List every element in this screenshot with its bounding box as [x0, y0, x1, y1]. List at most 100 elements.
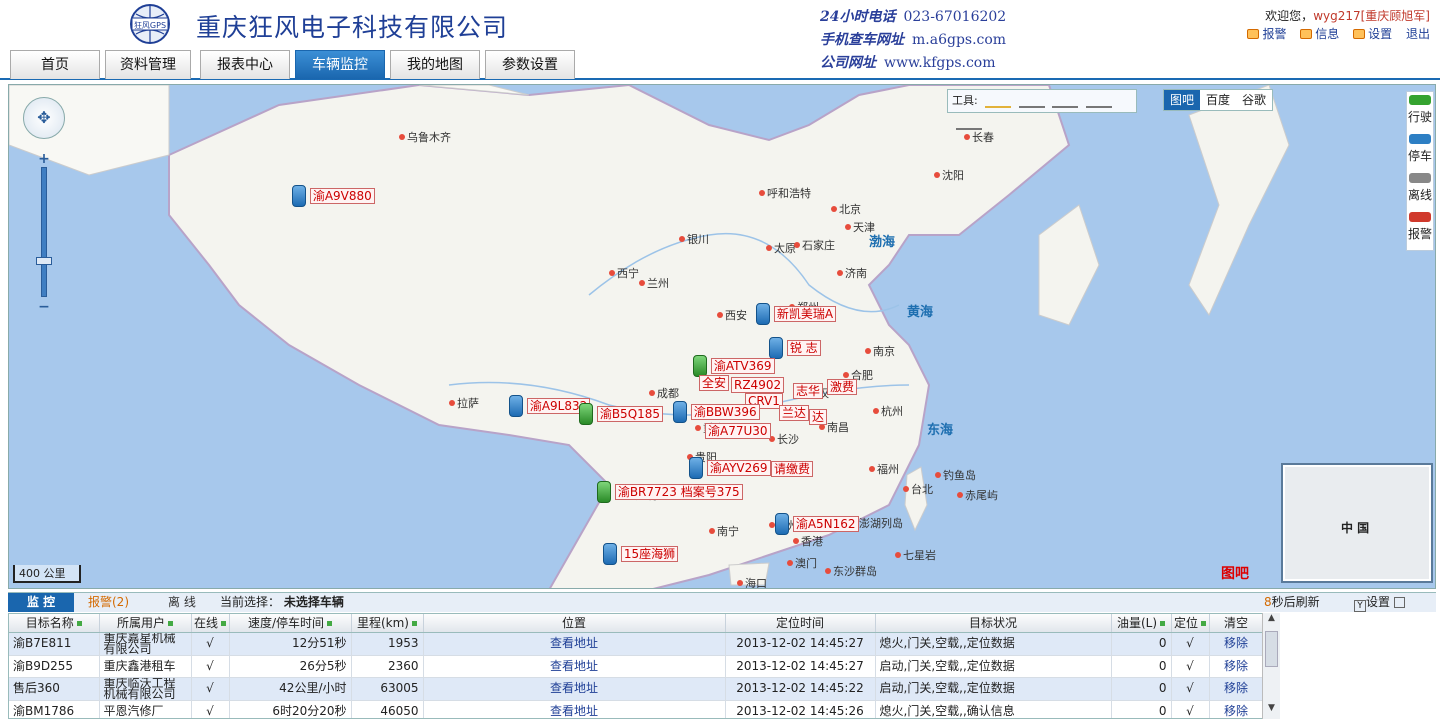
col-time[interactable]: 定位时间 — [725, 614, 876, 633]
zoom-out-button[interactable]: − — [36, 300, 52, 315]
mobile-site-value[interactable]: m.a6gps.com — [912, 32, 1006, 48]
col-fuel[interactable]: 油量(L) — [1111, 614, 1172, 633]
pan-hand-icon[interactable] — [985, 94, 1012, 108]
zoom-slider-handle[interactable] — [36, 257, 52, 265]
car-parked-icon — [1409, 134, 1431, 144]
tab-parameters[interactable]: 参数设置 — [485, 50, 575, 79]
user-name[interactable]: wyg217[重庆顾旭军] — [1313, 9, 1430, 23]
col-name[interactable]: 目标名称 — [9, 614, 100, 633]
vehicle-marker[interactable]: 渝A77U30 — [705, 423, 771, 439]
vehicle-marker[interactable]: 渝B5Q185 — [579, 403, 664, 425]
vehicle-marker[interactable]: 兰达 — [779, 405, 810, 421]
vehicle-marker[interactable]: RZ4902 — [731, 377, 785, 393]
tab-data-management[interactable]: 资料管理 — [105, 50, 191, 79]
tab-monitor[interactable]: 监 控 — [8, 593, 74, 612]
remove-link[interactable]: 移除 — [1209, 655, 1264, 678]
table-row[interactable]: 售后360 重庆临沃工程机械有限公司 √ 42公里/小时 63005 查看地址 2013-1… — [9, 677, 1264, 701]
table-header: 目标名称 所属用户 在线 速度/停车时间 里程(km) 位置 定位时间 目标状况… — [9, 614, 1264, 633]
pan-control[interactable]: ✥ — [23, 97, 65, 139]
logout-link[interactable]: 退出 — [1406, 27, 1430, 41]
vehicle-label: 达 — [809, 409, 828, 425]
legend-alarm[interactable]: 报警 — [1407, 209, 1433, 248]
vehicle-marker[interactable]: 渝BR7723 档案号375 — [597, 481, 743, 503]
company-logo: 狂风GPS — [124, 2, 176, 50]
vehicle-marker[interactable]: 志华 — [793, 383, 824, 399]
tab-reports[interactable]: 报表中心 — [200, 50, 290, 79]
table-scrollbar[interactable]: ▲ ▼ — [1262, 613, 1280, 719]
col-positioned[interactable]: 定位 — [1171, 614, 1210, 633]
vehicle-marker[interactable]: 全安 — [699, 375, 730, 391]
overview-map[interactable]: 中 国 — [1281, 463, 1433, 583]
sort-icon — [168, 621, 173, 627]
alarm-link[interactable]: 报警 — [1247, 27, 1286, 41]
island-chiwei: 赤尾屿 — [957, 487, 998, 503]
table-settings-button[interactable]: Y 设置 — [1354, 593, 1405, 612]
zoom-out-tool-icon[interactable] — [1052, 94, 1079, 108]
city-hongkong: 香港 — [793, 533, 823, 549]
city-shijiazhuang: 石家庄 — [794, 237, 835, 253]
vehicle-marker[interactable]: 15座海狮 — [603, 543, 679, 565]
map-type-switcher: 图吧 百度 谷歌 — [1163, 89, 1274, 111]
view-address-link[interactable]: 查看地址 — [423, 677, 726, 701]
china-landmass — [168, 85, 1071, 588]
city-lhasa: 拉萨 — [449, 395, 479, 411]
zoom-in-button[interactable]: + — [36, 152, 52, 167]
map-area[interactable]: 乌鲁木齐 长春 沈阳 呼和浩特 北京 天津 银川 太原 石家庄 西宁 兰州 济南… — [8, 84, 1436, 589]
vehicle-marker[interactable]: 渝A5N162 — [775, 513, 859, 535]
maptype-google[interactable]: 谷歌 — [1236, 90, 1272, 110]
col-owner[interactable]: 所属用户 — [99, 614, 192, 633]
maximize-icon[interactable] — [1393, 597, 1405, 608]
remove-link[interactable]: 移除 — [1209, 700, 1264, 718]
tab-offline[interactable]: 离 线 — [168, 593, 196, 611]
vehicle-marker[interactable]: 锐 志 — [769, 337, 821, 359]
tab-alarm[interactable]: 报警(2) — [88, 593, 129, 611]
car-driving-icon — [1409, 95, 1431, 105]
remove-link[interactable]: 移除 — [1209, 677, 1264, 701]
tab-vehicle-monitor[interactable]: 车辆监控 — [295, 50, 385, 79]
legend-driving[interactable]: 行驶 — [1407, 92, 1433, 131]
col-online-label: 在线 — [193, 616, 218, 631]
cell-mileage: 2360 — [351, 655, 424, 678]
measure-tool-icon[interactable] — [1085, 94, 1112, 108]
legend-label: 报警 — [1407, 227, 1432, 241]
vehicle-marker[interactable]: 激费 — [827, 379, 858, 395]
col-clear[interactable]: 清空 — [1209, 614, 1264, 633]
col-status[interactable]: 目标状况 — [875, 614, 1112, 633]
table-row[interactable]: 渝BM1786 平恩汽修厂 √ 6时20分20秒 46050 查看地址 2013-12-02… — [9, 700, 1264, 718]
table-row[interactable]: 渝B9D255 重庆鑫港租车 √ 26分5秒 2360 查看地址 2013-12-02 14… — [9, 655, 1264, 678]
tab-home[interactable]: 首页 — [10, 50, 100, 79]
cell-fuel: 0 — [1111, 632, 1172, 656]
view-address-link[interactable]: 查看地址 — [423, 632, 726, 656]
vehicle-marker[interactable]: 达 — [809, 409, 828, 425]
view-address-link[interactable]: 查看地址 — [423, 700, 726, 718]
maptype-baidu[interactable]: 百度 — [1200, 90, 1236, 110]
col-mileage[interactable]: 里程(km) — [351, 614, 424, 633]
tab-my-map[interactable]: 我的地图 — [390, 50, 480, 79]
vehicle-marker[interactable]: 渝BBW396 — [673, 401, 760, 423]
zoom-slider-track[interactable] — [41, 167, 47, 297]
settings-link[interactable]: 设置 — [1353, 27, 1392, 41]
legend-offline[interactable]: 离线 — [1407, 170, 1433, 209]
legend-parked[interactable]: 停车 — [1407, 131, 1433, 170]
vehicle-marker[interactable]: 新凯美瑞A — [756, 303, 837, 325]
vehicle-marker[interactable]: 渝ATV369 — [693, 355, 775, 377]
scroll-up-icon[interactable]: ▲ — [1263, 613, 1280, 629]
cell-name: 渝BM1786 — [9, 700, 100, 718]
zoom-in-tool-icon[interactable] — [1018, 94, 1045, 108]
info-link[interactable]: 信息 — [1300, 27, 1339, 41]
col-online[interactable]: 在线 — [191, 614, 230, 633]
table-row[interactable]: 渝B7E811 重庆嘉星机械有限公司 √ 12分51秒 1953 查看地址 2013-12-… — [9, 632, 1264, 656]
cell-fuel: 0 — [1111, 655, 1172, 678]
current-selection: 当前选择： 未选择车辆 — [220, 593, 344, 611]
scroll-down-icon[interactable]: ▼ — [1263, 703, 1280, 719]
scroll-thumb[interactable] — [1265, 631, 1278, 667]
vehicle-marker[interactable]: 渝AYV269 — [689, 457, 771, 479]
full-extent-icon[interactable] — [956, 116, 982, 130]
maptype-mapbar[interactable]: 图吧 — [1164, 90, 1201, 110]
vehicle-marker[interactable]: 渝A9V880 — [292, 185, 375, 207]
view-address-link[interactable]: 查看地址 — [423, 655, 726, 678]
col-speed[interactable]: 速度/停车时间 — [229, 614, 352, 633]
remove-link[interactable]: 移除 — [1209, 632, 1264, 656]
col-location[interactable]: 位置 — [423, 614, 726, 633]
vehicle-marker[interactable]: 请缴费 — [771, 461, 814, 477]
